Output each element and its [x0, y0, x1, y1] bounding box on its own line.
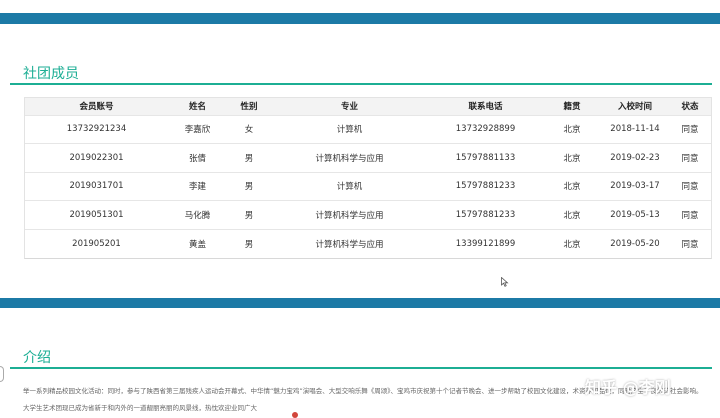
cell-phone: 15797881133	[455, 152, 516, 163]
members-table: 会员账号 姓名 性别 专业 联系电话 籍贯 入校时间 状态 1373292123…	[24, 97, 712, 259]
cell-name: 马化腾	[184, 210, 211, 221]
table-row: 13732921234 李嘉欣 女 计算机 13732928899 北京 201…	[25, 115, 711, 144]
cell-gender: 男	[244, 239, 254, 250]
cell-name: 黄盖	[188, 239, 206, 250]
scroll-handle-icon[interactable]	[0, 366, 4, 382]
cell-enroll-date: 2019-05-20	[610, 238, 660, 249]
cell-major: 计算机科学与应用	[315, 153, 384, 164]
table-row: 2019022301 张倩 男 计算机科学与应用 15797881133 北京 …	[25, 143, 711, 173]
table-row: 2019031701 李建 男 计算机 15797881233 北京 2019-…	[25, 172, 711, 201]
cell-enroll-date: 2019-05-13	[610, 209, 660, 220]
cell-major: 计算机科学与应用	[315, 239, 384, 250]
cell-status: 同意	[681, 210, 699, 221]
cell-account: 2019031701	[69, 181, 124, 192]
cell-phone: 15797881233	[455, 181, 516, 192]
section-divider-band	[0, 298, 720, 308]
cell-status: 同意	[681, 125, 699, 136]
column-header: 专业	[340, 102, 358, 113]
cell-name: 张倩	[188, 153, 206, 164]
intro-line-2: 大学生艺术团现已成为省新于和内外的一道靓丽亮丽的风景线，热忱欢迎业同广大	[23, 404, 257, 412]
cell-status: 同意	[681, 182, 699, 193]
members-title-underline	[10, 83, 712, 85]
cell-major: 计算机	[336, 182, 363, 193]
cell-hometown: 北京	[563, 182, 581, 193]
cell-gender: 女	[244, 125, 254, 136]
cell-hometown: 北京	[563, 153, 581, 164]
column-header: 状态	[681, 102, 699, 113]
cell-account: 2019022301	[69, 152, 124, 163]
top-header-band	[0, 13, 720, 24]
table-row: 2019051301 马化腾 男 计算机科学与应用 15797881233 北京…	[25, 200, 711, 230]
column-header: 入校时间	[617, 102, 652, 113]
intro-title-underline	[10, 367, 712, 369]
watermark: 知乎 @李刚	[585, 378, 671, 397]
cell-status: 同意	[681, 239, 699, 250]
cell-enroll-date: 2019-02-23	[610, 152, 660, 163]
mouse-pointer-icon	[501, 277, 509, 287]
cell-gender: 男	[244, 210, 254, 221]
cell-enroll-date: 2019-03-17	[610, 181, 660, 192]
cell-phone: 15797881233	[455, 209, 516, 220]
record-dot-icon	[292, 412, 298, 418]
cell-major: 计算机	[336, 125, 363, 136]
table-header-row: 会员账号 姓名 性别 专业 联系电话 籍贯 入校时间 状态	[25, 98, 711, 115]
cell-account: 201905201	[72, 238, 121, 249]
cell-account: 2019051301	[69, 209, 124, 220]
table-row: 201905201 黄盖 男 计算机科学与应用 13399121899 北京 2…	[25, 229, 711, 258]
members-section-title: 社团成员	[23, 66, 79, 82]
cell-name: 李建	[188, 182, 206, 193]
cell-hometown: 北京	[563, 125, 581, 136]
cell-hometown: 北京	[563, 210, 581, 221]
cell-phone: 13732928899	[455, 124, 516, 135]
cell-phone: 13399121899	[455, 238, 516, 249]
cell-account: 13732921234	[66, 124, 127, 135]
column-header: 籍贯	[563, 102, 581, 113]
cell-gender: 男	[244, 153, 254, 164]
cell-major: 计算机科学与应用	[315, 210, 384, 221]
cell-status: 同意	[681, 153, 699, 164]
cell-gender: 男	[244, 182, 254, 193]
intro-section-title: 介绍	[23, 350, 51, 366]
column-header: 性别	[240, 102, 258, 113]
column-header: 联系电话	[468, 102, 503, 113]
cell-name: 李嘉欣	[184, 125, 211, 136]
column-header: 会员账号	[79, 102, 114, 113]
cell-enroll-date: 2018-11-14	[610, 124, 660, 135]
cell-hometown: 北京	[563, 239, 581, 250]
column-header: 姓名	[188, 102, 206, 113]
